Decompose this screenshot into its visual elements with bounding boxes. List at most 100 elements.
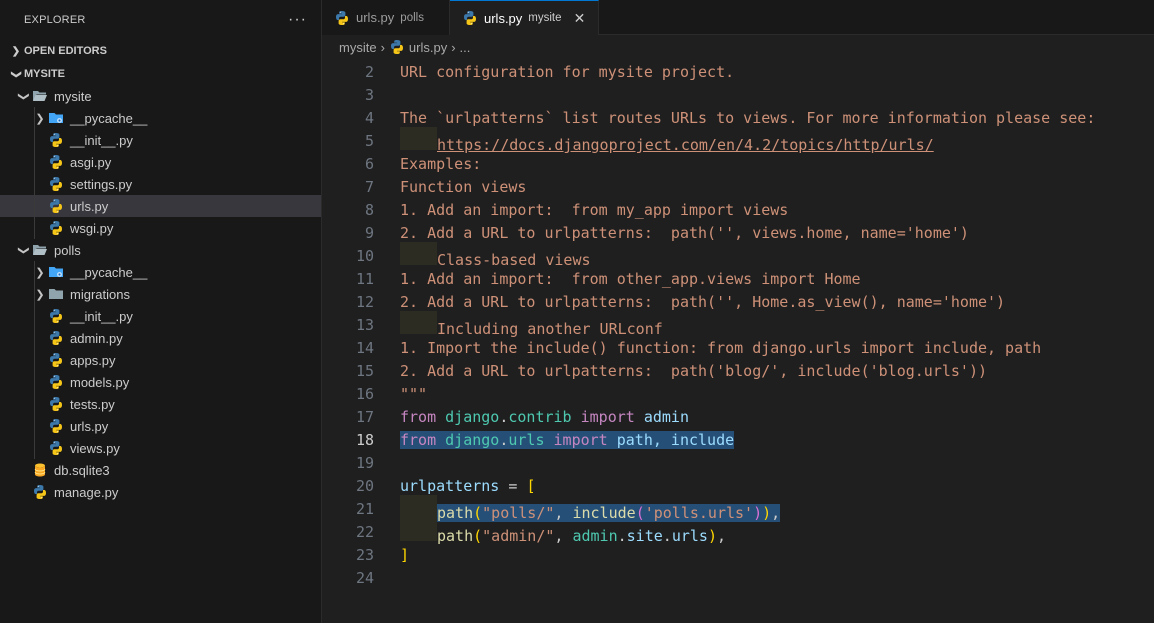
tree-item[interactable]: ❯ __pycache__ bbox=[0, 107, 321, 129]
code-text: Examples: bbox=[400, 154, 482, 173]
python-icon bbox=[32, 484, 48, 500]
indent-guide bbox=[34, 129, 35, 151]
explorer-header: EXPLORER ··· bbox=[0, 0, 321, 40]
line-number: 4 bbox=[364, 108, 374, 127]
line-number: 21 bbox=[355, 499, 374, 518]
tree-item-label: wsgi.py bbox=[70, 220, 114, 236]
code-line: 23] bbox=[322, 543, 1154, 566]
indent-guide bbox=[34, 415, 35, 437]
code-text: from django.contrib import admin bbox=[400, 407, 689, 426]
line-number: 17 bbox=[355, 407, 374, 426]
code-line: 8 1. Add an import: from my_app import vi… bbox=[322, 198, 1154, 221]
breadcrumb-folder[interactable]: mysite bbox=[339, 40, 377, 55]
line-number: 18 bbox=[355, 430, 374, 449]
tree-item[interactable]: __init__.py bbox=[0, 129, 321, 151]
code-text: 1. Add an import: from my_app import vie… bbox=[400, 200, 789, 219]
line-number: 11 bbox=[355, 269, 374, 288]
code-line: 3 bbox=[322, 83, 1154, 106]
pycache-folder-icon bbox=[48, 110, 64, 126]
mysite-root-section[interactable]: ❯ MYSITE bbox=[0, 63, 321, 85]
tree-item[interactable]: models.py bbox=[0, 371, 321, 393]
tree-item-label: mysite bbox=[54, 88, 92, 104]
indent-guide bbox=[34, 173, 35, 195]
python-icon bbox=[48, 220, 64, 236]
code-line: 17 from django.contrib import admin bbox=[322, 405, 1154, 428]
code-editor[interactable]: 2 URL configuration for mysite project. 3 4… bbox=[322, 60, 1154, 589]
tree-item[interactable]: wsgi.py bbox=[0, 217, 321, 239]
python-icon bbox=[48, 176, 64, 192]
more-actions-icon[interactable]: ··· bbox=[288, 11, 307, 29]
line-number: 24 bbox=[355, 568, 374, 587]
chevron-right-icon: › bbox=[380, 39, 385, 55]
close-icon[interactable]: ✕ bbox=[572, 10, 588, 27]
tab-description: polls bbox=[400, 11, 424, 24]
code-line: 2 URL configuration for mysite project. bbox=[322, 60, 1154, 83]
code-line: 15 2. Add a URL to urlpatterns: path('blo… bbox=[322, 359, 1154, 382]
tab-urls-mysite[interactable]: urls.py mysite ✕ bbox=[450, 0, 599, 35]
tree-item[interactable]: manage.py bbox=[0, 481, 321, 503]
indent-whitespace bbox=[400, 495, 437, 518]
code-line: 21 path("polls/", include('polls.urls')), bbox=[322, 495, 1154, 522]
tree-item[interactable]: db.sqlite3 bbox=[0, 459, 321, 481]
code-line: 14 1. Import the include() function: from… bbox=[322, 336, 1154, 359]
python-icon bbox=[48, 418, 64, 434]
python-icon bbox=[389, 39, 405, 55]
line-number: 15 bbox=[355, 361, 374, 380]
tree-item[interactable]: ❯ polls bbox=[0, 239, 321, 261]
tree-item[interactable]: settings.py bbox=[0, 173, 321, 195]
line-number: 16 bbox=[355, 384, 374, 403]
tree-item[interactable]: urls.py bbox=[0, 415, 321, 437]
tree-item[interactable]: tests.py bbox=[0, 393, 321, 415]
indent-guide bbox=[34, 283, 35, 305]
python-icon bbox=[48, 132, 64, 148]
code-line: 4 The `urlpatterns` list routes URLs to v… bbox=[322, 106, 1154, 129]
code-line: 20 urlpatterns = [ bbox=[322, 474, 1154, 497]
code-line: 5 https://docs.djangoproject.com/en/4.2/t… bbox=[322, 127, 1154, 154]
line-number: 10 bbox=[355, 246, 374, 265]
breadcrumb-file[interactable]: urls.py bbox=[409, 40, 447, 55]
tree-item[interactable]: ❯ migrations bbox=[0, 283, 321, 305]
tree-item[interactable]: asgi.py bbox=[0, 151, 321, 173]
indent-guide bbox=[34, 437, 35, 459]
tree-item-label: admin.py bbox=[70, 330, 123, 346]
line-number: 23 bbox=[355, 545, 374, 564]
python-icon bbox=[48, 330, 64, 346]
open-editors-section[interactable]: ❯ OPEN EDITORS bbox=[0, 40, 321, 62]
line-number: 2 bbox=[364, 62, 374, 81]
tree-item-label: views.py bbox=[70, 440, 120, 456]
folder-open-icon bbox=[32, 88, 48, 104]
tree-item-label: __pycache__ bbox=[70, 110, 148, 126]
tree-item[interactable]: admin.py bbox=[0, 327, 321, 349]
tree-item[interactable]: __init__.py bbox=[0, 305, 321, 327]
python-icon bbox=[48, 154, 64, 170]
tree-item-label: urls.py bbox=[70, 198, 109, 214]
line-number: 8 bbox=[364, 200, 374, 219]
python-icon bbox=[48, 396, 64, 412]
tab-urls-polls[interactable]: urls.py polls bbox=[322, 0, 450, 35]
tab-label: urls.py bbox=[356, 10, 395, 25]
tree-item[interactable]: ❯ __pycache__ bbox=[0, 261, 321, 283]
code-text: ] bbox=[400, 545, 410, 564]
tree-item-label: __init__.py bbox=[70, 132, 133, 148]
tree-item-label: __pycache__ bbox=[70, 264, 148, 280]
python-icon bbox=[462, 10, 478, 26]
line-number: 13 bbox=[355, 315, 374, 334]
code-text: 2. Add a URL to urlpatterns: path('', vi… bbox=[400, 223, 969, 242]
code-text: URL configuration for mysite project. bbox=[400, 62, 735, 81]
tree-item[interactable]: urls.py bbox=[0, 195, 321, 217]
line-number: 12 bbox=[355, 292, 374, 311]
tree-item[interactable]: apps.py bbox=[0, 349, 321, 371]
breadcrumb-more[interactable]: ... bbox=[460, 40, 471, 55]
tab-bar: urls.py polls urls.py mysite ✕ bbox=[322, 0, 1154, 35]
tree-item[interactable]: ❯ mysite bbox=[0, 85, 321, 107]
tree-item[interactable]: views.py bbox=[0, 437, 321, 459]
tree-item-label: manage.py bbox=[54, 484, 119, 500]
indent-guide bbox=[34, 217, 35, 239]
indent-guide bbox=[34, 371, 35, 393]
tree-item-label: apps.py bbox=[70, 352, 116, 368]
code-text: The `urlpatterns` list routes URLs to vi… bbox=[400, 108, 1096, 127]
python-icon bbox=[48, 374, 64, 390]
code-text: 1. Add an import: from other_app.views i… bbox=[400, 269, 861, 288]
line-number: 14 bbox=[355, 338, 374, 357]
code-line: 7 Function views bbox=[322, 175, 1154, 198]
